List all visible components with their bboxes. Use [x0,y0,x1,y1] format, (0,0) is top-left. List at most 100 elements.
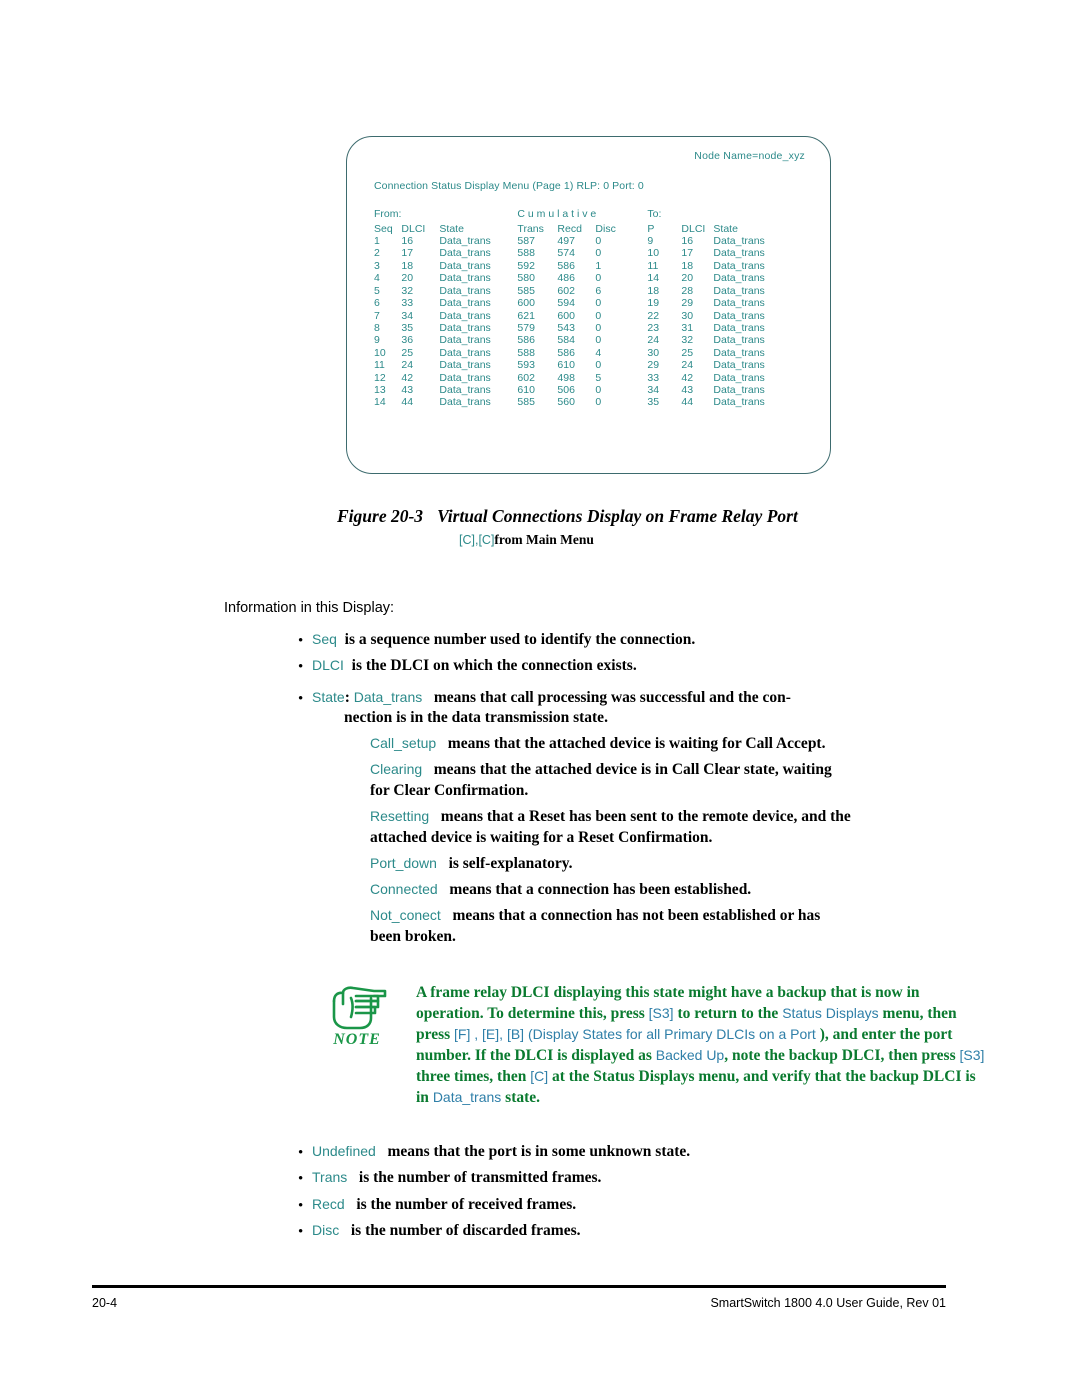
list-item-text: State: Data_trans means that call proces… [312,688,984,730]
cell-dlci-to: 29 [681,297,694,310]
state-definitions: Call_setup means that the attached devic… [224,734,984,947]
state-value-literal: Data_trans [353,688,423,705]
term-definition: means that the attached device is waitin… [447,735,826,753]
cell-trans: 585 [517,396,535,409]
group-header-from: From: [374,207,402,220]
cell-p: 24 [647,334,660,347]
figure-number: Figure 20-3 [337,506,424,526]
cell-state: Data_trans [439,359,491,372]
term-literal: Seq [312,631,337,647]
cell-trans: 580 [517,272,535,285]
cell-p: 10 [647,247,660,260]
note-literal-5: [F] , [E], [B] (Display States for all P… [454,1026,820,1043]
cell-dlci: 33 [401,297,414,310]
cell-state: Data_trans [439,334,491,347]
note-text-8: , note the backup DLCI, then press [724,1047,960,1065]
cell-dlci: 36 [401,334,414,347]
cell-state-to: Data_trans [713,272,765,285]
note-text-2: to return to the [673,1005,783,1023]
cell-dlci: 20 [401,272,414,285]
state-definition-row: Port_down is self-explanatory. [370,854,984,875]
cell-p: 14 [647,272,660,285]
list-item-text: Disc is the number of discarded frames. [312,1221,984,1242]
cell-dlci-to: 20 [681,272,694,285]
section-intro: Information in this Display: [224,600,395,616]
menu-path-suffix: from Main Menu [494,532,594,547]
cell-disc: 0 [595,359,602,372]
term-literal: Resetting [370,808,430,825]
group-header-blank-4 [713,209,793,224]
state-definition-row: Not_conect means that a connection has n… [370,906,984,948]
bullet-dot-icon: • [298,1171,304,1188]
note-text-10: three times, then [416,1068,531,1086]
list-item-text: DLCI is the DLCI on which the connection… [312,656,984,677]
term-definition: means that a connection has been establi… [449,880,752,898]
table-row: 4 20 Data_trans 580 486 0 14 20 Data_trans [374,272,793,285]
cell-state-to: Data_trans [713,247,765,260]
cell-state: Data_trans [439,297,491,310]
group-header-cumulative: C u m u l a t i v e [517,207,597,220]
cell-disc: 0 [595,396,602,409]
menu-path-keys: [C],[C] [459,533,495,547]
cell-state: Data_trans [439,272,491,285]
group-header-to: To: [647,207,662,220]
state-definition-row: Resetting means that a Reset has been se… [370,807,984,849]
cell-seq: 11 [374,359,385,372]
note-literal-3: Status Displays [782,1005,879,1022]
cell-recd: 486 [557,272,575,285]
cell-recd: 560 [557,396,575,409]
term-literal: Recd [312,1195,345,1212]
note-literal-13: Data_trans [432,1089,502,1106]
state-definition-row: Connected means that a connection has be… [370,880,984,901]
connection-status-table: From: C u m u l a t i v e To: Seq DLCI S… [374,207,793,410]
information-section: Information in this Display: • Seq is a … [224,600,984,953]
cell-recd: 584 [557,334,575,347]
table-group-header-row: From: C u m u l a t i v e To: [374,207,793,224]
bullet-dot-icon: • [298,659,304,676]
cell-trans: 600 [517,297,535,310]
term-literal: Undefined [312,1143,376,1159]
cell-disc: 0 [595,247,602,260]
note-icon-wrap: NOTE [298,982,416,1049]
cell-disc: 0 [595,297,602,310]
note-literal-1: [S3] [648,1005,674,1022]
term-definition: is the number of received frames. [356,1195,577,1213]
term-definition: is the DLCI on which the connection exis… [351,657,637,675]
table-row: 14 44 Data_trans 585 560 0 35 44 Data_trans [374,396,793,409]
cell-dlci-to: 44 [681,396,694,409]
cell-recd: 574 [557,247,575,260]
bullet-dot-icon: • [298,1223,304,1240]
cell-p: 29 [647,359,660,372]
term-definition: means that a Reset has been sent to the … [440,808,851,826]
figure-menu-path: [C],[C]from Main Menu [459,532,1037,548]
bullet-dot-icon: • [298,1197,304,1214]
term-definition-cont: attached device is waiting for a Reset C… [370,829,713,847]
term-literal: Call_setup [370,735,437,752]
menu-title-line: Connection Status Display Menu (Page 1) … [374,180,644,193]
cell-disc: 0 [595,321,602,334]
table-row: 6 33 Data_trans 600 594 0 19 29 Data_trans [374,297,793,310]
cell-recd: 610 [557,359,575,372]
cell-state: Data_trans [439,247,491,260]
cell-state: Data_trans [439,396,491,409]
term-literal: Disc [312,1221,340,1238]
group-header-blank-1 [401,209,439,224]
state-separator: : [344,688,350,706]
figure-caption: Figure 20-3 Virtual Connections Display o… [337,506,1037,548]
connection-rows: 1 16 Data_trans 587 497 0 9 16 Data_trans 2 17 Data… [374,235,793,410]
cell-trans: 588 [517,247,535,260]
cell-disc: 6 [595,284,602,297]
list-item: • Recd is the number of received frames. [298,1195,984,1216]
cell-disc: 4 [595,346,602,359]
footer-guide-title: SmartSwitch 1800 4.0 User Guide, Rev 01 [710,1296,946,1310]
list-item: • Seq is a sequence number used to ident… [298,630,984,651]
term-definition: is a sequence number used to identify th… [344,631,696,648]
table-row: 2 17 Data_trans 588 574 0 10 17 Data_trans [374,247,793,260]
note-label: NOTE [333,1031,381,1048]
term-literal: DLCI [312,657,344,674]
